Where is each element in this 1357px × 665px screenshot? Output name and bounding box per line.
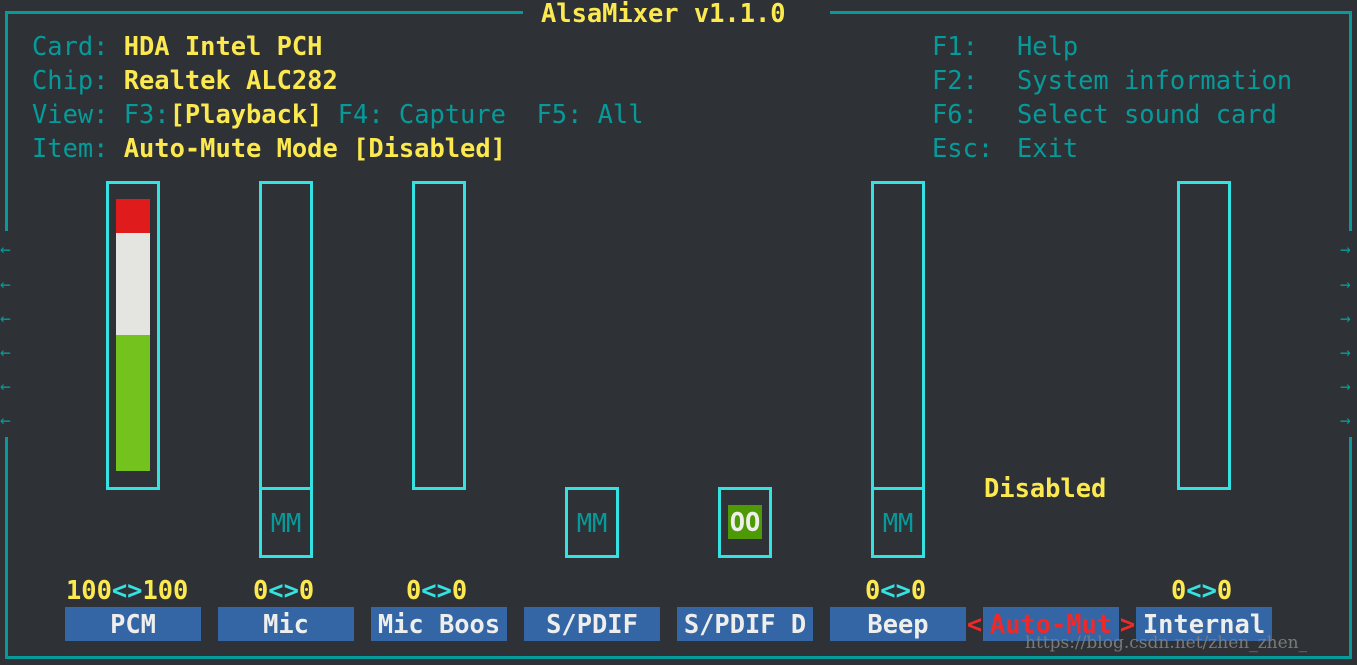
control-label-spdif-d[interactable]: S/PDIF D xyxy=(677,607,813,641)
mic-volume-bar[interactable] xyxy=(259,181,313,490)
scroll-right-arrow-icon: → xyxy=(1340,376,1351,397)
scroll-right-arrow-icon: → xyxy=(1340,342,1351,363)
scroll-left-arrow-icon: ← xyxy=(0,342,11,363)
watermark: https://blog.csdn.net/zhen_zhen_ xyxy=(1025,633,1308,653)
scroll-left-arrow-icon: ← xyxy=(0,239,11,260)
beep-mute-state: MM xyxy=(882,508,914,538)
view-all[interactable]: F5: All xyxy=(537,99,644,129)
pcm-value: 100<>100 xyxy=(66,575,189,605)
item-label: Item: xyxy=(32,133,109,163)
beep-volume-bar[interactable] xyxy=(871,181,925,490)
key-help[interactable]: F1: Help xyxy=(932,29,1078,63)
scroll-left-arrow-icon: ← xyxy=(0,376,11,397)
chip-row: Chip: Realtek ALC282 xyxy=(32,63,338,97)
mic-value: 0<>0 xyxy=(253,575,315,605)
view-playback[interactable]: [Playback] xyxy=(170,99,323,129)
spdif-d-switch-state: OO xyxy=(728,505,762,539)
view-capture[interactable]: F4: Capture xyxy=(338,99,506,129)
view-f3-key: F3: xyxy=(123,99,170,129)
card-label: Card: xyxy=(32,31,109,61)
alsamixer-terminal: AlsaMixer v1.1.0 ← → ← → ← → ← → ← → ← → Card: HDA … xyxy=(0,0,1357,665)
chip-value: Realtek ALC282 xyxy=(123,65,338,95)
mic-boost-value: 0<>0 xyxy=(406,575,468,605)
chip-label: Chip: xyxy=(32,65,109,95)
frame-top-left xyxy=(5,11,523,14)
spdif-mute-state: MM xyxy=(576,508,608,538)
frame-top-right xyxy=(830,11,1352,14)
control-label-mic-boost[interactable]: Mic Boos xyxy=(371,607,507,641)
control-label-beep[interactable]: Beep xyxy=(830,607,966,641)
control-label-mic[interactable]: Mic xyxy=(218,607,354,641)
frame-left-top xyxy=(5,11,8,231)
frame-left-bottom xyxy=(5,437,8,659)
key-system-info[interactable]: F2: System information xyxy=(932,63,1292,97)
pcm-level-white xyxy=(116,233,150,335)
scroll-right-arrow-icon: → xyxy=(1340,274,1351,295)
view-row: View: F3:[Playback] F4: Capture F5: All xyxy=(32,97,644,131)
card-row: Card: HDA Intel PCH xyxy=(32,29,322,63)
pcm-level-red xyxy=(116,199,150,233)
view-label: View: xyxy=(32,99,109,129)
scroll-right-arrow-icon: → xyxy=(1340,308,1351,329)
scroll-right-arrow-icon: → xyxy=(1340,239,1351,260)
card-value: HDA Intel PCH xyxy=(123,31,323,61)
auto-mute-value[interactable]: Disabled xyxy=(984,471,1106,505)
mic-mute-state: MM xyxy=(270,508,302,538)
internal-volume-bar[interactable] xyxy=(1177,181,1231,490)
item-value: Auto-Mute Mode [Disabled] xyxy=(123,133,506,163)
scroll-left-arrow-icon: ← xyxy=(0,274,11,295)
internal-value: 0<>0 xyxy=(1171,575,1233,605)
beep-value: 0<>0 xyxy=(865,575,927,605)
frame-bottom xyxy=(5,656,1352,659)
item-row: Item: Auto-Mute Mode [Disabled] xyxy=(32,131,506,165)
scroll-left-arrow-icon: ← xyxy=(0,308,11,329)
key-select-card[interactable]: F6: Select sound card xyxy=(932,97,1277,131)
mic-boost-volume-bar[interactable] xyxy=(412,181,466,490)
control-label-spdif[interactable]: S/PDIF xyxy=(524,607,660,641)
pcm-level-green xyxy=(116,335,150,471)
frame-right-bottom xyxy=(1349,437,1352,659)
control-label-pcm[interactable]: PCM xyxy=(65,607,201,641)
key-exit[interactable]: Esc: Exit xyxy=(932,131,1078,165)
app-title: AlsaMixer v1.1.0 xyxy=(541,0,786,28)
scroll-left-arrow-icon: ← xyxy=(0,410,11,431)
frame-right-top xyxy=(1349,11,1352,231)
scroll-right-arrow-icon: → xyxy=(1340,410,1351,431)
